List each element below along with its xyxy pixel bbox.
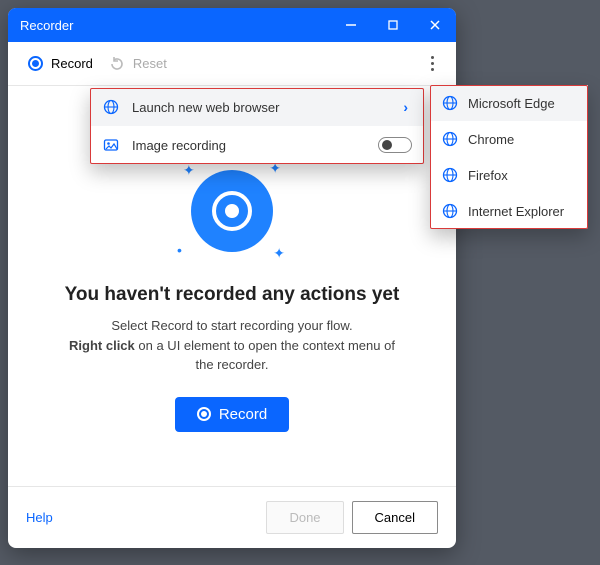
empty-illustration: ✦ ✦ • ✦ (177, 156, 287, 266)
browser-label: Chrome (468, 132, 514, 147)
minimize-button[interactable] (330, 8, 372, 42)
browser-label: Internet Explorer (468, 204, 564, 219)
maximize-icon (387, 19, 399, 31)
globe-icon (442, 131, 458, 147)
help-link[interactable]: Help (26, 510, 53, 525)
toolbar: Record Reset (8, 42, 456, 86)
browser-option-ie[interactable]: Internet Explorer (430, 193, 588, 229)
image-recording-toggle[interactable] (378, 137, 412, 153)
launch-browser-label: Launch new web browser (132, 100, 403, 115)
browser-option-firefox[interactable]: Firefox (430, 157, 588, 193)
sparkle-icon: ✦ (183, 162, 195, 179)
record-button[interactable]: Record (175, 397, 289, 432)
globe-icon (442, 167, 458, 183)
kebab-icon (431, 62, 434, 65)
record-toggle[interactable]: Record (20, 50, 101, 77)
browser-option-edge[interactable]: Microsoft Edge (430, 85, 588, 121)
image-recording-label: Image recording (132, 138, 378, 153)
empty-line2-rest: on a UI element to open the context menu… (135, 338, 395, 373)
record-icon (28, 56, 43, 71)
minimize-icon (345, 19, 357, 31)
globe-icon (442, 95, 458, 111)
empty-line1: Select Record to start recording your fl… (111, 318, 352, 333)
record-label: Record (51, 56, 93, 71)
close-icon (429, 19, 441, 31)
options-dropdown: Launch new web browser › Image recording (90, 88, 424, 164)
image-recording-item[interactable]: Image recording (90, 126, 424, 164)
chevron-right-icon: › (403, 99, 408, 115)
sparkle-icon: ✦ (273, 245, 285, 262)
globe-icon (102, 98, 120, 116)
browser-option-chrome[interactable]: Chrome (430, 121, 588, 157)
empty-bold: Right click (69, 338, 135, 353)
record-ring-icon (197, 407, 211, 421)
sparkle-icon: • (177, 242, 182, 258)
titlebar: Recorder (8, 8, 456, 42)
image-icon (102, 136, 120, 154)
camera-circle (191, 170, 273, 252)
done-button[interactable]: Done (266, 501, 343, 534)
launch-browser-item[interactable]: Launch new web browser › (90, 88, 424, 126)
footer: Help Done Cancel (8, 486, 456, 548)
reset-icon (109, 56, 125, 72)
record-button-label: Record (219, 406, 267, 423)
empty-subtext: Select Record to start recording your fl… (62, 316, 402, 375)
reset-button[interactable]: Reset (101, 50, 175, 78)
browser-label: Microsoft Edge (468, 96, 555, 111)
empty-heading: You haven't recorded any actions yet (65, 284, 400, 306)
window-title: Recorder (20, 18, 330, 33)
globe-icon (442, 203, 458, 219)
browser-label: Firefox (468, 168, 508, 183)
more-options-button[interactable] (420, 52, 444, 76)
cancel-button[interactable]: Cancel (352, 501, 438, 534)
close-button[interactable] (414, 8, 456, 42)
maximize-button[interactable] (372, 8, 414, 42)
browser-submenu: Microsoft Edge Chrome Firefox Internet E… (430, 85, 588, 229)
lens-icon (212, 191, 252, 231)
reset-label: Reset (133, 56, 167, 71)
